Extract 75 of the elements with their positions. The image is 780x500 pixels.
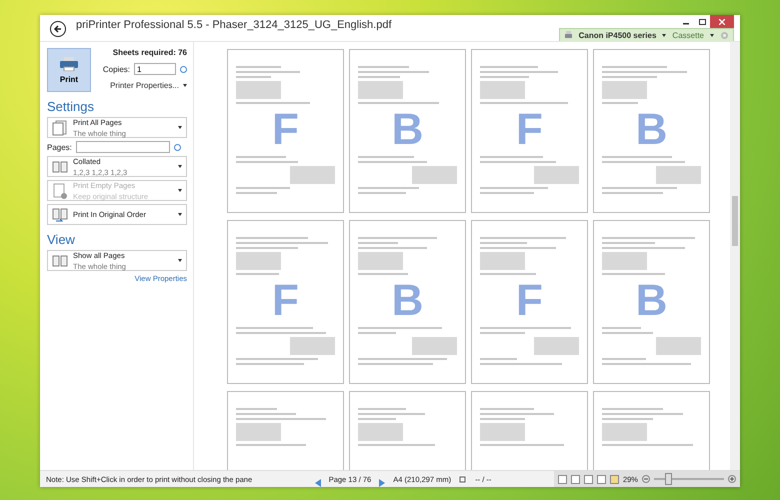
page-letter: B [392,107,424,153]
illustration-placeholder [480,423,525,441]
scrollbar[interactable] [730,42,740,470]
pages-field[interactable] [76,141,170,153]
view-heading: View [47,232,76,247]
zoom-in-icon [728,475,736,483]
copies-label: Copies: [102,64,130,74]
info-icon [180,66,187,72]
caret-icon [183,84,187,87]
copies-field[interactable]: 1 [134,63,176,75]
close-button[interactable] [710,15,734,28]
back-button[interactable] [50,21,66,37]
illustration-placeholder [236,81,281,99]
printer-icon [59,56,79,70]
page-letter: B [636,278,668,324]
zoom-out-icon [642,475,650,483]
illustration-placeholder [290,337,335,355]
window-title: priPrinter Professional 5.5 - Phaser_3124_3125_UG_English.pdf [76,19,393,31]
printer-properties-link[interactable]: Printer Properties... [110,81,179,90]
page-thumbnail[interactable]: B [349,220,466,384]
illustration-placeholder [656,337,701,355]
page-thumbnail[interactable]: F [227,49,344,213]
page-order-icon [52,206,68,222]
page-letter: F [272,107,299,153]
illustration-placeholder [656,166,701,184]
maximize-icon [698,18,706,24]
illustration-placeholder [412,337,457,355]
illustration-placeholder [412,166,457,184]
illustration-placeholder [602,81,647,99]
page-thumbnail[interactable]: B [349,49,466,213]
illustration-placeholder [290,166,335,184]
page-thumbnail[interactable]: B [593,220,710,384]
back-arrow-icon [53,24,63,34]
info-icon [174,144,181,150]
caret-icon [710,34,714,36]
caret-icon [178,189,182,192]
page-letter: B [636,107,668,153]
tray-name[interactable]: Cassette [672,30,704,40]
caret-icon [178,165,182,168]
illustration-placeholder [480,81,525,99]
pages-icon [52,120,68,136]
printer-name[interactable]: Canon iP4500 series [578,30,656,40]
sheets-required-label: Sheets required: 76 [112,48,187,57]
illustration-placeholder [534,337,579,355]
illustration-placeholder [236,423,281,441]
caret-icon [178,126,182,129]
caret-icon [662,34,666,36]
illustration-placeholder [602,252,647,270]
illustration-placeholder [480,252,525,270]
illustration-placeholder [236,252,281,270]
illustration-placeholder [358,81,403,99]
caret-icon [178,213,182,216]
zoom-slider-thumb[interactable] [664,473,672,485]
page-letter: B [392,278,424,324]
two-pages-icon [52,252,68,268]
settings-heading: Settings [47,99,95,114]
page-thumbnail[interactable]: B [593,49,710,213]
page-letter: F [516,107,543,153]
printer-icon [564,30,573,40]
collate-icon [52,158,68,174]
print-button[interactable]: Print [47,48,91,92]
page-letter: F [516,278,543,324]
close-icon [719,18,725,24]
blank-page-icon [52,182,68,198]
illustration-placeholder [602,423,647,441]
page-thumbnail[interactable]: F [227,220,344,384]
page-letter: F [272,278,299,324]
illustration-placeholder [358,252,403,270]
illustration-placeholder [358,423,403,441]
illustration-placeholder [534,166,579,184]
page-thumbnail[interactable]: F [471,49,588,213]
caret-icon [178,259,182,262]
gear-icon [720,30,729,40]
pages-label: Pages: [47,142,72,152]
page-thumbnail[interactable]: F [471,220,588,384]
